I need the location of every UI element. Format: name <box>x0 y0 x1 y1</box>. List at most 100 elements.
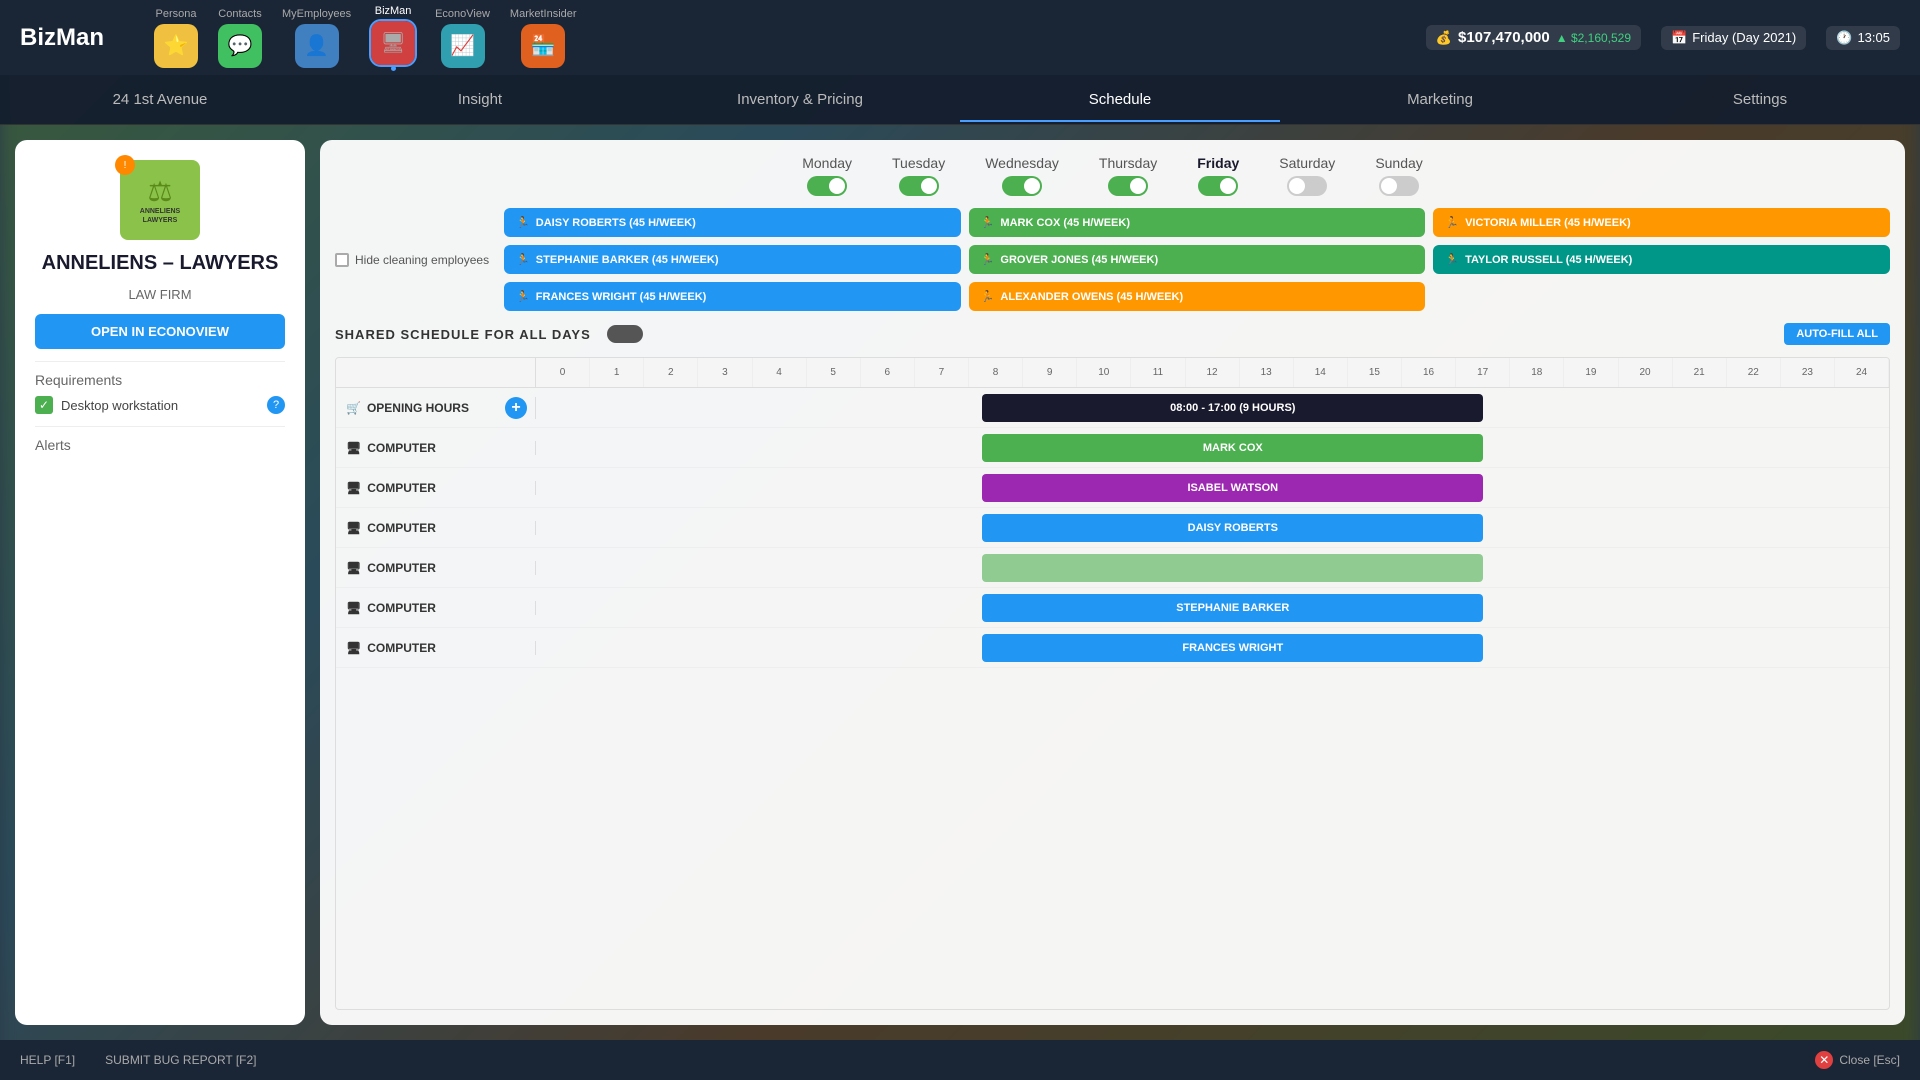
money-display: 💰 $107,470,000 ▲ $2,160,529 <box>1426 25 1641 50</box>
emp-grover-jones[interactable]: 🏃 GROVER JONES (45 H/WEEK) <box>969 245 1426 274</box>
money-change: ▲ $2,160,529 <box>1556 31 1631 45</box>
schedule-hours: 0 1 2 3 4 5 6 7 8 9 10 11 12 13 14 15 16 <box>536 358 1889 387</box>
empty-bar-4[interactable] <box>982 554 1483 582</box>
day-friday[interactable]: Friday <box>1197 155 1239 196</box>
nav-item-contacts[interactable]: Contacts 💬 <box>218 8 262 68</box>
shared-schedule-label: SHARED SCHEDULE FOR ALL DAYS <box>335 327 591 342</box>
schedule-header: 0 1 2 3 4 5 6 7 8 9 10 11 12 13 14 15 16 <box>336 358 1889 388</box>
emp-stephanie-barker[interactable]: 🏃 STEPHANIE BARKER (45 H/WEEK) <box>504 245 961 274</box>
opening-hours-label: OPENING HOURS <box>367 401 469 415</box>
emp-icon: 🏃 <box>981 216 995 229</box>
nav-items: Persona ⭐ Contacts 💬 MyEmployees 👤 BizMa… <box>154 5 1396 71</box>
money-amount: $107,470,000 <box>1458 29 1550 46</box>
saturday-toggle[interactable] <box>1287 176 1327 196</box>
app-logo: BizMan <box>20 24 104 52</box>
frances-wright-bar[interactable]: FRANCES WRIGHT <box>982 634 1483 662</box>
econoview-icon: 📈 <box>441 24 485 68</box>
active-dot <box>391 66 396 71</box>
employees-section: Hide cleaning employees 🏃 DAISY ROBERTS … <box>335 208 1890 311</box>
monday-toggle[interactable] <box>807 176 847 196</box>
business-logo: ⚖ ANNELIENSLAWYERS ! <box>120 160 200 240</box>
emp-victoria-miller[interactable]: 🏃 VICTORIA MILLER (45 H/WEEK) <box>1433 208 1890 237</box>
requirements-label: Requirements <box>35 372 285 388</box>
computer-icon-5: 🖥 <box>346 601 361 615</box>
emp-mark-cox[interactable]: 🏃 MARK COX (45 H/WEEK) <box>969 208 1426 237</box>
auto-fill-button[interactable]: AUTO-FILL ALL <box>1784 323 1890 345</box>
subnav-settings[interactable]: Settings <box>1600 77 1920 122</box>
sunday-toggle[interactable] <box>1379 176 1419 196</box>
emp-icon: 🏃 <box>516 253 530 266</box>
emp-frances-wright[interactable]: 🏃 FRANCES WRIGHT (45 H/WEEK) <box>504 282 961 311</box>
subnav-address[interactable]: 24 1st Avenue <box>0 77 320 122</box>
day-selector: Monday Tuesday Wednesday Thursday Friday… <box>335 155 1890 196</box>
day-sunday[interactable]: Sunday <box>1375 155 1422 196</box>
subnav-schedule[interactable]: Schedule <box>960 77 1280 122</box>
day-thursday[interactable]: Thursday <box>1099 155 1157 196</box>
nav-item-persona[interactable]: Persona ⭐ <box>154 8 198 68</box>
open-in-econoview-button[interactable]: OPEN IN ECONOVIEW <box>35 314 285 349</box>
computer-icon-6: 🖥 <box>346 641 361 655</box>
day-wednesday[interactable]: Wednesday <box>985 155 1059 196</box>
right-panel: Monday Tuesday Wednesday Thursday Friday… <box>320 140 1905 1025</box>
business-name: ANNELIENS – LAWYERS <box>42 252 279 275</box>
requirement-check-icon: ✓ <box>35 396 53 414</box>
subnav-marketing[interactable]: Marketing <box>1280 77 1600 122</box>
help-button[interactable]: HELP [F1] <box>20 1053 75 1067</box>
computer-row-empty: 🖥 COMPUTER <box>336 548 1889 588</box>
thursday-toggle[interactable] <box>1108 176 1148 196</box>
nav-item-marketinsider[interactable]: MarketInsider 🏪 <box>510 8 577 68</box>
contacts-icon: 💬 <box>218 24 262 68</box>
computer-icon-3: 🖥 <box>346 521 361 535</box>
opening-hours-row: 🛒 OPENING HOURS + 08:00 - 17:00 (9 HOURS… <box>336 388 1889 428</box>
requirement-help-icon[interactable]: ? <box>267 396 285 414</box>
shared-schedule-toggle[interactable] <box>607 325 643 343</box>
nav-item-bizman[interactable]: BizMan 🖥 <box>371 5 415 71</box>
friday-toggle[interactable] <box>1198 176 1238 196</box>
day-saturday[interactable]: Saturday <box>1279 155 1335 196</box>
mark-cox-bar[interactable]: MARK COX <box>982 434 1483 462</box>
close-button[interactable]: ✕ Close [Esc] <box>1815 1051 1900 1069</box>
employees-grid: 🏃 DAISY ROBERTS (45 H/WEEK) 🏃 MARK COX (… <box>504 208 1890 311</box>
day-monday[interactable]: Monday <box>802 155 852 196</box>
emp-alexander-owens[interactable]: 🏃 ALEXANDER OWENS (45 H/WEEK) <box>969 282 1426 311</box>
add-opening-hours-button[interactable]: + <box>505 397 527 419</box>
opening-hours-icon: 🛒 <box>346 401 361 415</box>
wednesday-toggle[interactable] <box>1002 176 1042 196</box>
clock-icon: 🕐 <box>1836 30 1852 46</box>
computer-row-isabel-watson: 🖥 COMPUTER ISABEL WATSON <box>336 468 1889 508</box>
shared-schedule-row: SHARED SCHEDULE FOR ALL DAYS AUTO-FILL A… <box>335 323 1890 345</box>
emp-icon: 🏃 <box>981 253 995 266</box>
tuesday-toggle[interactable] <box>899 176 939 196</box>
opening-hours-bar[interactable]: 08:00 - 17:00 (9 HOURS) <box>982 394 1483 422</box>
topbar: BizMan Persona ⭐ Contacts 💬 MyEmployees … <box>0 0 1920 75</box>
daisy-roberts-bar[interactable]: DAISY ROBERTS <box>982 514 1483 542</box>
emp-icon: 🏃 <box>1445 216 1459 229</box>
calendar-icon: 📅 <box>1671 30 1687 46</box>
computer-icon-1: 🖥 <box>346 441 361 455</box>
emp-taylor-russell[interactable]: 🏃 TAYLOR RUSSELL (45 H/WEEK) <box>1433 245 1890 274</box>
day-tuesday[interactable]: Tuesday <box>892 155 945 196</box>
emp-daisy-roberts[interactable]: 🏃 DAISY ROBERTS (45 H/WEEK) <box>504 208 961 237</box>
date-display: 📅 Friday (Day 2021) <box>1661 26 1806 50</box>
topbar-right: 💰 $107,470,000 ▲ $2,160,529 📅 Friday (Da… <box>1426 25 1900 50</box>
computer-row-frances-wright: 🖥 COMPUTER FRANCES WRIGHT <box>336 628 1889 668</box>
subnav-insight[interactable]: Insight <box>320 77 640 122</box>
requirement-desktop: ✓ Desktop workstation ? <box>35 396 285 414</box>
computer-row-daisy-roberts: 🖥 COMPUTER DAISY ROBERTS <box>336 508 1889 548</box>
main-content: ⚖ ANNELIENSLAWYERS ! ANNELIENS – LAWYERS… <box>0 125 1920 1040</box>
schedule-body: 🛒 OPENING HOURS + 08:00 - 17:00 (9 HOURS… <box>336 388 1889 668</box>
stephanie-barker-bar[interactable]: STEPHANIE BARKER <box>982 594 1483 622</box>
bottom-left: HELP [F1] SUBMIT BUG REPORT [F2] <box>20 1053 257 1067</box>
nav-item-econoview[interactable]: EconoView 📈 <box>435 8 490 68</box>
subnav-inventory[interactable]: Inventory & Pricing <box>640 77 960 122</box>
bottombar: HELP [F1] SUBMIT BUG REPORT [F2] ✕ Close… <box>0 1040 1920 1080</box>
marketinsider-icon: 🏪 <box>521 24 565 68</box>
computer-icon-4: 🖥 <box>346 561 361 575</box>
nav-item-myemployees[interactable]: MyEmployees 👤 <box>282 8 351 68</box>
bug-report-button[interactable]: SUBMIT BUG REPORT [F2] <box>105 1053 256 1067</box>
isabel-watson-bar[interactable]: ISABEL WATSON <box>982 474 1483 502</box>
hide-cleaning-checkbox[interactable] <box>335 253 349 267</box>
business-type: LAW FIRM <box>128 287 191 302</box>
notification-badge: ! <box>115 155 135 175</box>
computer-row-mark-cox: 🖥 COMPUTER MARK COX <box>336 428 1889 468</box>
